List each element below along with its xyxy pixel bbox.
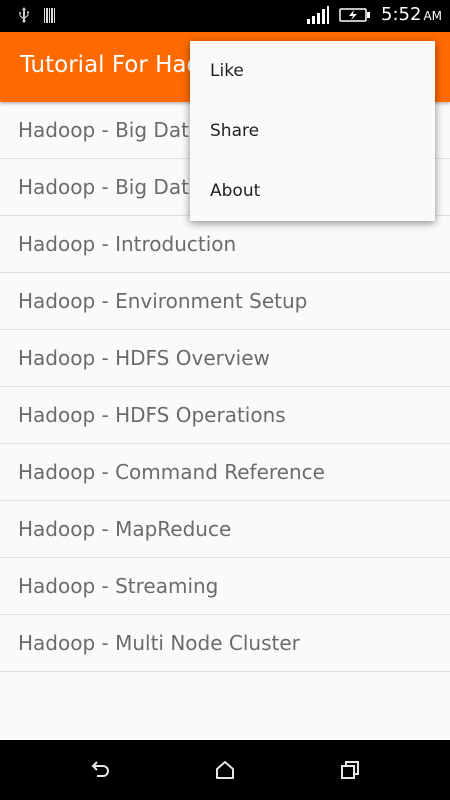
list-item[interactable]: Hadoop - HDFS Overview bbox=[0, 330, 450, 387]
navigation-bar bbox=[0, 740, 450, 800]
list-item[interactable]: Hadoop - Multi Node Cluster bbox=[0, 615, 450, 672]
home-icon[interactable] bbox=[213, 758, 237, 782]
status-bar: 5:52 AM bbox=[0, 0, 450, 32]
menu-item-about[interactable]: About bbox=[190, 161, 435, 221]
status-right: 5:52 AM bbox=[307, 4, 442, 25]
list-item[interactable]: Hadoop - Streaming bbox=[0, 558, 450, 615]
signal-icon bbox=[307, 5, 330, 24]
usb-icon bbox=[19, 7, 29, 23]
barcode-icon bbox=[44, 7, 56, 23]
list-item[interactable]: Hadoop - HDFS Operations bbox=[0, 387, 450, 444]
list-item[interactable]: Hadoop - Command Reference bbox=[0, 444, 450, 501]
list-item[interactable]: Hadoop - Introduction bbox=[0, 216, 450, 273]
battery-charging-icon bbox=[339, 7, 371, 22]
back-icon[interactable] bbox=[88, 758, 112, 782]
overflow-menu: Like Share About bbox=[190, 41, 435, 221]
menu-item-like[interactable]: Like bbox=[190, 41, 435, 101]
clock-ampm: AM bbox=[423, 9, 442, 23]
list-item[interactable]: Hadoop - MapReduce bbox=[0, 501, 450, 558]
clock: 5:52 AM bbox=[381, 4, 442, 25]
status-left bbox=[18, 7, 56, 23]
menu-item-share[interactable]: Share bbox=[190, 101, 435, 161]
clock-time: 5:52 bbox=[381, 4, 422, 25]
recents-icon[interactable] bbox=[338, 758, 362, 782]
list-item[interactable]: Hadoop - Environment Setup bbox=[0, 273, 450, 330]
